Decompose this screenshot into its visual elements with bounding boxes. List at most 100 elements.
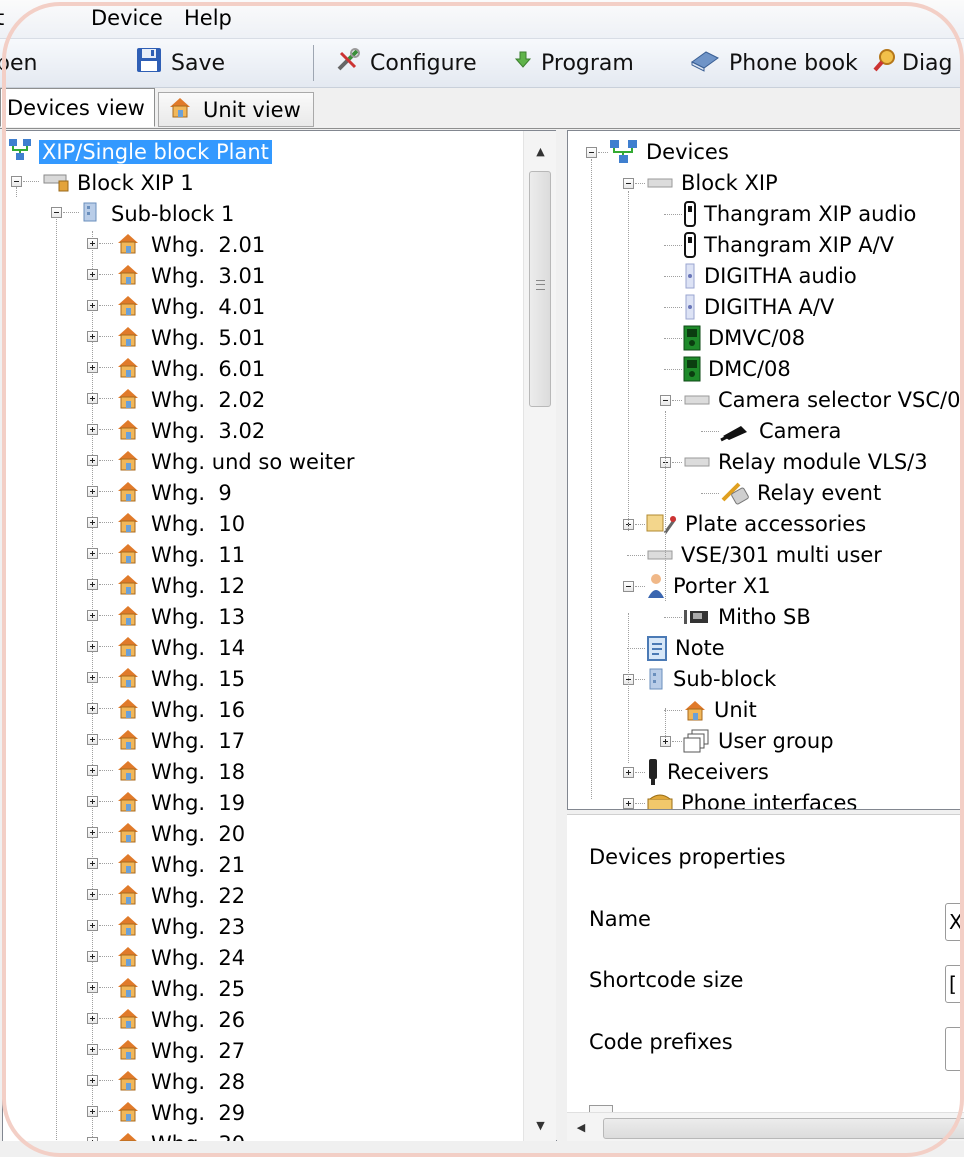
scrollbar-thumb[interactable] (529, 171, 551, 407)
tree-node-unit[interactable]: Whg. 11 (115, 540, 245, 570)
device-tree-node[interactable]: Thangram XIP A/V (682, 230, 894, 260)
diagnostics-button[interactable]: Diag (873, 48, 953, 78)
tree-node-unit[interactable]: Whg. 22 (115, 881, 245, 911)
expand-toggle[interactable] (87, 1075, 98, 1086)
program-button[interactable]: Program (514, 48, 634, 78)
shortcode-size-field[interactable]: [ (945, 965, 964, 1003)
tree-node-unit[interactable]: Whg. 5.01 (115, 323, 265, 353)
scroll-left-arrow-icon[interactable]: ◀ (567, 1113, 595, 1141)
expand-toggle[interactable] (87, 300, 98, 311)
device-tree-node[interactable]: DMVC/08 (682, 323, 805, 353)
device-tree-node[interactable]: Sub-block (645, 664, 776, 694)
expand-toggle[interactable] (87, 517, 98, 528)
device-tree-node[interactable]: DIGITHA A/V (682, 292, 834, 322)
device-tree-node[interactable]: Thangram XIP audio (682, 199, 916, 229)
tree-node-unit[interactable]: Whg. 27 (115, 1036, 245, 1066)
device-tree-node[interactable]: Mitho SB (682, 602, 811, 632)
collapse-toggle[interactable] (623, 581, 634, 592)
device-tree-node[interactable]: DMC/08 (682, 354, 791, 384)
tree-node-unit[interactable]: Whg. 10 (115, 509, 245, 539)
horizontal-scrollbar[interactable]: ◀ (567, 1112, 964, 1141)
device-tree-node[interactable]: Camera (719, 416, 841, 446)
menu-edit[interactable]: t (0, 6, 4, 30)
tree-node-unit[interactable]: Whg. 28 (115, 1067, 245, 1097)
tree-node-root[interactable]: XIP/Single block Plant (7, 137, 272, 167)
tree-node-unit[interactable]: Whg. 2.01 (115, 230, 265, 260)
tab-unit-view[interactable]: Unit view (158, 92, 314, 127)
device-tree-node[interactable]: VSE/301 multi user (645, 540, 882, 570)
expand-toggle[interactable] (87, 455, 98, 466)
tree-node-unit[interactable]: Whg. 12 (115, 571, 245, 601)
device-tree-node[interactable]: Unit (682, 695, 757, 725)
tree-node-unit[interactable]: Whg. 14 (115, 633, 245, 663)
expand-toggle[interactable] (623, 767, 634, 778)
expand-toggle[interactable] (87, 269, 98, 280)
expand-toggle[interactable] (87, 703, 98, 714)
expand-toggle[interactable] (87, 393, 98, 404)
tree-node-unit[interactable]: Whg. 29 (115, 1098, 245, 1128)
expand-toggle[interactable] (87, 858, 98, 869)
expand-toggle[interactable] (87, 951, 98, 962)
tree-node-unit[interactable]: Whg. 2.02 (115, 385, 265, 415)
tree-node-unit[interactable]: Whg. 13 (115, 602, 245, 632)
expand-toggle[interactable] (87, 734, 98, 745)
tree-node-unit[interactable]: Whg. 26 (115, 1005, 245, 1035)
expand-toggle[interactable] (87, 238, 98, 249)
tree-node-unit[interactable]: Whg. 6.01 (115, 354, 265, 384)
tree-node-unit[interactable]: Whg. 17 (115, 726, 245, 756)
tree-node-unit[interactable]: Whg. 19 (115, 788, 245, 818)
tree-node-unit[interactable]: Whg. 24 (115, 943, 245, 973)
tree-node-unit[interactable]: Whg. 15 (115, 664, 245, 694)
tree-node-unit[interactable]: Whg. 4.01 (115, 292, 265, 322)
expand-toggle[interactable] (87, 920, 98, 931)
tree-node-unit[interactable]: Whg. 3.02 (115, 416, 265, 446)
device-tree-node[interactable]: Block XIP (645, 168, 778, 198)
expand-toggle[interactable] (623, 798, 634, 809)
device-tree-node[interactable]: Receivers (645, 757, 769, 787)
expand-toggle[interactable] (87, 1106, 98, 1117)
phone-book-button[interactable]: Phone book (690, 48, 858, 78)
collapse-toggle[interactable] (623, 178, 634, 189)
expand-toggle[interactable] (87, 982, 98, 993)
tree-node-unit[interactable]: Whg. 23 (115, 912, 245, 942)
tree-node-unit[interactable]: Whg. 25 (115, 974, 245, 1004)
device-tree-node[interactable]: Note (645, 633, 725, 663)
open-button[interactable]: pen (0, 48, 37, 78)
device-tree-node[interactable]: Relay event (719, 478, 881, 508)
expand-toggle[interactable] (87, 827, 98, 838)
device-tree-node[interactable]: Relay module VLS/3 (682, 447, 928, 477)
expand-toggle[interactable] (87, 424, 98, 435)
expand-toggle[interactable] (87, 672, 98, 683)
expand-toggle[interactable] (87, 1013, 98, 1024)
collapse-toggle[interactable] (11, 176, 22, 187)
vertical-scrollbar[interactable]: ▲ ▼ (523, 131, 556, 1141)
name-field[interactable]: X (945, 903, 964, 941)
expand-toggle[interactable] (87, 548, 98, 559)
tree-node-subblock[interactable]: Sub-block 1 (81, 199, 234, 229)
device-tree-node[interactable]: Camera selector VSC/0 (682, 385, 960, 415)
device-tree-node[interactable]: DIGITHA audio (682, 261, 857, 291)
tree-node-unit[interactable]: Whg. und so weiter (115, 447, 355, 477)
expand-toggle[interactable] (87, 331, 98, 342)
menu-device[interactable]: Device (91, 6, 163, 30)
device-tree-node[interactable]: User group (682, 726, 834, 756)
panel-splitter[interactable] (556, 130, 566, 1140)
expand-toggle[interactable] (87, 579, 98, 590)
tree-node-unit[interactable]: Whg. 18 (115, 757, 245, 787)
tree-node-unit[interactable]: Whg. 3.01 (115, 261, 265, 291)
device-tree-node[interactable]: Devices (608, 137, 729, 167)
device-tree-node[interactable]: Phone interfaces (645, 788, 857, 809)
menu-help[interactable]: Help (184, 6, 232, 30)
expand-toggle[interactable] (87, 889, 98, 900)
tab-devices-view[interactable]: Devices view (0, 88, 155, 127)
tree-node-block[interactable]: Block XIP 1 (41, 168, 194, 198)
device-tree-node[interactable]: Porter X1 (645, 571, 771, 601)
code-prefixes-field[interactable] (945, 1027, 964, 1071)
scroll-up-arrow-icon[interactable]: ▲ (524, 137, 556, 165)
expand-toggle[interactable] (87, 641, 98, 652)
expand-toggle[interactable] (87, 610, 98, 621)
tree-node-unit[interactable]: Whg. 21 (115, 850, 245, 880)
tree-node-unit[interactable]: Whg. 20 (115, 819, 245, 849)
collapse-toggle[interactable] (586, 147, 597, 158)
save-button[interactable]: Save (136, 48, 225, 78)
